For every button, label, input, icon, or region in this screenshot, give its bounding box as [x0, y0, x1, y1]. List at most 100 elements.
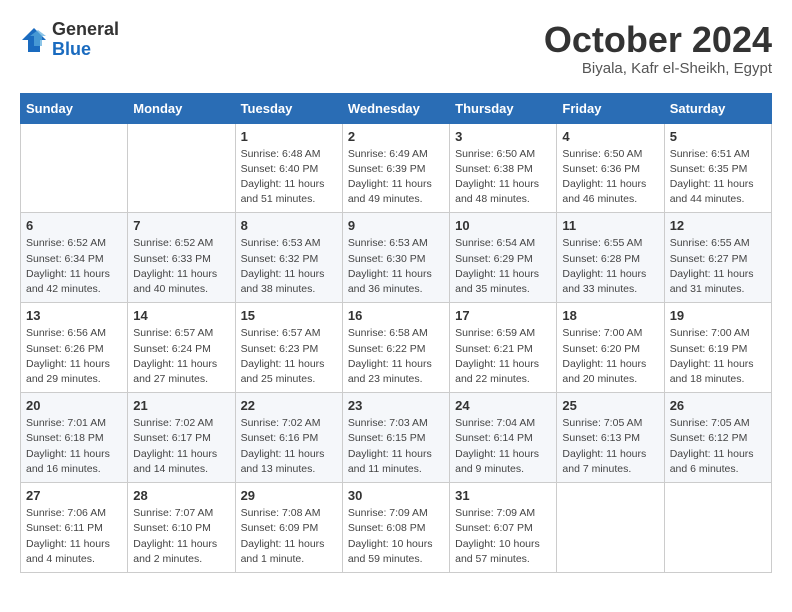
day-number: 27 [26, 488, 122, 503]
calendar-cell: 20 Sunrise: 7:01 AM Sunset: 6:18 PM Dayli… [21, 393, 128, 483]
calendar-cell: 6 Sunrise: 6:52 AM Sunset: 6:34 PM Daylig… [21, 213, 128, 303]
calendar-cell: 26 Sunrise: 7:05 AM Sunset: 6:12 PM Dayli… [664, 393, 771, 483]
day-info: Sunrise: 7:09 AM Sunset: 6:08 PM Dayligh… [348, 506, 444, 567]
day-number: 2 [348, 129, 444, 144]
day-number: 21 [133, 398, 229, 413]
day-number: 16 [348, 308, 444, 323]
day-number: 19 [670, 308, 766, 323]
calendar-cell: 14 Sunrise: 6:57 AM Sunset: 6:24 PM Dayli… [128, 303, 235, 393]
logo: General Blue [20, 20, 119, 60]
calendar-cell: 5 Sunrise: 6:51 AM Sunset: 6:35 PM Daylig… [664, 123, 771, 213]
calendar-cell: 1Sunrise: 6:48 AM Sunset: 6:40 PM Daylig… [235, 123, 342, 213]
calendar-cell: 19 Sunrise: 7:00 AM Sunset: 6:19 PM Dayli… [664, 303, 771, 393]
weekday-header-thursday: Thursday [450, 93, 557, 123]
calendar-cell: 17Sunrise: 6:59 AM Sunset: 6:21 PM Dayli… [450, 303, 557, 393]
day-number: 7 [133, 218, 229, 233]
calendar-cell: 10Sunrise: 6:54 AM Sunset: 6:29 PM Dayli… [450, 213, 557, 303]
weekday-header-monday: Monday [128, 93, 235, 123]
day-info: Sunrise: 6:48 AM Sunset: 6:40 PM Dayligh… [241, 147, 337, 208]
day-number: 22 [241, 398, 337, 413]
day-info: Sunrise: 6:55 AM Sunset: 6:27 PM Dayligh… [670, 236, 766, 297]
day-number: 25 [562, 398, 658, 413]
day-info: Sunrise: 6:52 AM Sunset: 6:33 PM Dayligh… [133, 236, 229, 297]
calendar-cell: 28 Sunrise: 7:07 AM Sunset: 6:10 PM Dayli… [128, 483, 235, 573]
day-number: 31 [455, 488, 551, 503]
day-info: Sunrise: 7:00 AM Sunset: 6:20 PM Dayligh… [562, 326, 658, 387]
calendar-cell: 27 Sunrise: 7:06 AM Sunset: 6:11 PM Dayli… [21, 483, 128, 573]
day-info: Sunrise: 7:03 AM Sunset: 6:15 PM Dayligh… [348, 416, 444, 477]
title-block: October 2024 Biyala, Kafr el-Sheikh, Egy… [544, 20, 772, 77]
day-info: Sunrise: 7:02 AM Sunset: 6:16 PM Dayligh… [241, 416, 337, 477]
day-number: 30 [348, 488, 444, 503]
day-number: 14 [133, 308, 229, 323]
weekday-header-wednesday: Wednesday [342, 93, 449, 123]
day-info: Sunrise: 6:50 AM Sunset: 6:36 PM Dayligh… [562, 147, 658, 208]
weekday-header-tuesday: Tuesday [235, 93, 342, 123]
calendar-cell: 8 Sunrise: 6:53 AM Sunset: 6:32 PM Daylig… [235, 213, 342, 303]
page-header: General Blue October 2024 Biyala, Kafr e… [20, 20, 772, 77]
calendar-table: SundayMondayTuesdayWednesdayThursdayFrid… [20, 93, 772, 573]
day-info: Sunrise: 7:08 AM Sunset: 6:09 PM Dayligh… [241, 506, 337, 567]
day-info: Sunrise: 7:01 AM Sunset: 6:18 PM Dayligh… [26, 416, 122, 477]
day-number: 29 [241, 488, 337, 503]
day-number: 5 [670, 129, 766, 144]
calendar-cell: 3Sunrise: 6:50 AM Sunset: 6:38 PM Daylig… [450, 123, 557, 213]
logo-blue-text: Blue [52, 40, 119, 60]
calendar-cell: 2Sunrise: 6:49 AM Sunset: 6:39 PM Daylig… [342, 123, 449, 213]
calendar-cell [664, 483, 771, 573]
calendar-cell: 13Sunrise: 6:56 AM Sunset: 6:26 PM Dayli… [21, 303, 128, 393]
day-number: 17 [455, 308, 551, 323]
calendar-cell: 15 Sunrise: 6:57 AM Sunset: 6:23 PM Dayli… [235, 303, 342, 393]
day-number: 24 [455, 398, 551, 413]
calendar-cell [128, 123, 235, 213]
weekday-header-friday: Friday [557, 93, 664, 123]
day-info: Sunrise: 7:06 AM Sunset: 6:11 PM Dayligh… [26, 506, 122, 567]
day-number: 11 [562, 218, 658, 233]
day-info: Sunrise: 7:02 AM Sunset: 6:17 PM Dayligh… [133, 416, 229, 477]
day-number: 26 [670, 398, 766, 413]
day-info: Sunrise: 6:53 AM Sunset: 6:32 PM Dayligh… [241, 236, 337, 297]
calendar-cell [557, 483, 664, 573]
day-number: 15 [241, 308, 337, 323]
day-info: Sunrise: 7:09 AM Sunset: 6:07 PM Dayligh… [455, 506, 551, 567]
day-number: 9 [348, 218, 444, 233]
day-number: 4 [562, 129, 658, 144]
calendar-cell: 18 Sunrise: 7:00 AM Sunset: 6:20 PM Dayli… [557, 303, 664, 393]
month-title: October 2024 [544, 20, 772, 60]
weekday-header-saturday: Saturday [664, 93, 771, 123]
day-info: Sunrise: 7:07 AM Sunset: 6:10 PM Dayligh… [133, 506, 229, 567]
day-info: Sunrise: 6:56 AM Sunset: 6:26 PM Dayligh… [26, 326, 122, 387]
logo-icon [20, 26, 48, 54]
day-number: 3 [455, 129, 551, 144]
day-number: 18 [562, 308, 658, 323]
calendar-cell: 29 Sunrise: 7:08 AM Sunset: 6:09 PM Dayli… [235, 483, 342, 573]
day-number: 8 [241, 218, 337, 233]
day-info: Sunrise: 6:51 AM Sunset: 6:35 PM Dayligh… [670, 147, 766, 208]
weekday-header-sunday: Sunday [21, 93, 128, 123]
calendar-cell: 30 Sunrise: 7:09 AM Sunset: 6:08 PM Dayli… [342, 483, 449, 573]
location-text: Biyala, Kafr el-Sheikh, Egypt [544, 60, 772, 77]
calendar-cell [21, 123, 128, 213]
day-number: 12 [670, 218, 766, 233]
calendar-cell: 24Sunrise: 7:04 AM Sunset: 6:14 PM Dayli… [450, 393, 557, 483]
calendar-cell: 7 Sunrise: 6:52 AM Sunset: 6:33 PM Daylig… [128, 213, 235, 303]
day-info: Sunrise: 6:57 AM Sunset: 6:23 PM Dayligh… [241, 326, 337, 387]
day-number: 6 [26, 218, 122, 233]
day-number: 20 [26, 398, 122, 413]
logo-general-text: General [52, 20, 119, 40]
day-info: Sunrise: 6:57 AM Sunset: 6:24 PM Dayligh… [133, 326, 229, 387]
day-info: Sunrise: 7:05 AM Sunset: 6:12 PM Dayligh… [670, 416, 766, 477]
day-info: Sunrise: 6:54 AM Sunset: 6:29 PM Dayligh… [455, 236, 551, 297]
calendar-cell: 16 Sunrise: 6:58 AM Sunset: 6:22 PM Dayli… [342, 303, 449, 393]
calendar-cell: 23Sunrise: 7:03 AM Sunset: 6:15 PM Dayli… [342, 393, 449, 483]
day-info: Sunrise: 7:05 AM Sunset: 6:13 PM Dayligh… [562, 416, 658, 477]
day-number: 28 [133, 488, 229, 503]
calendar-cell: 22 Sunrise: 7:02 AM Sunset: 6:16 PM Dayli… [235, 393, 342, 483]
day-info: Sunrise: 7:00 AM Sunset: 6:19 PM Dayligh… [670, 326, 766, 387]
day-info: Sunrise: 6:58 AM Sunset: 6:22 PM Dayligh… [348, 326, 444, 387]
calendar-cell: 12 Sunrise: 6:55 AM Sunset: 6:27 PM Dayli… [664, 213, 771, 303]
calendar-cell: 31 Sunrise: 7:09 AM Sunset: 6:07 PM Dayli… [450, 483, 557, 573]
calendar-cell: 4 Sunrise: 6:50 AM Sunset: 6:36 PM Daylig… [557, 123, 664, 213]
calendar-cell: 21 Sunrise: 7:02 AM Sunset: 6:17 PM Dayli… [128, 393, 235, 483]
day-info: Sunrise: 6:52 AM Sunset: 6:34 PM Dayligh… [26, 236, 122, 297]
